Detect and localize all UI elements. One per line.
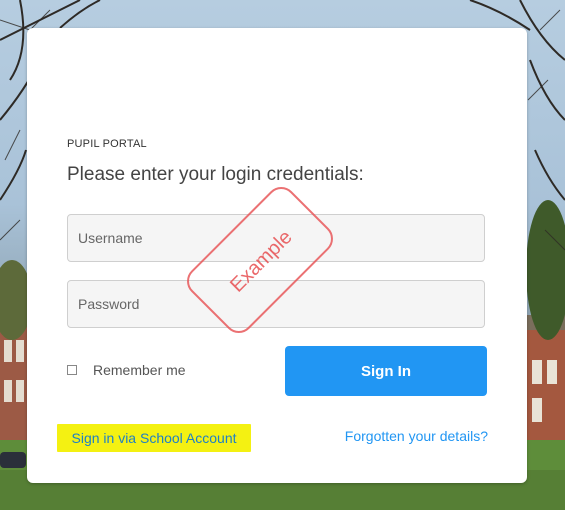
school-account-link[interactable]: Sign in via School Account [57, 424, 251, 452]
remember-me-checkbox[interactable] [67, 365, 77, 375]
password-input[interactable] [67, 280, 485, 328]
forgot-details-link[interactable]: Forgotten your details? [345, 428, 488, 444]
sign-in-button[interactable]: Sign In [285, 346, 487, 396]
login-prompt: Please enter your login credentials: [67, 164, 364, 185]
remember-me-label: Remember me [93, 362, 186, 378]
remember-me[interactable]: Remember me [67, 362, 186, 378]
school-account-link-label: Sign in via School Account [71, 430, 237, 446]
login-card: PUPIL PORTAL Please enter your login cre… [27, 28, 527, 483]
username-input[interactable] [67, 214, 485, 262]
portal-label: PUPIL PORTAL [67, 138, 147, 150]
